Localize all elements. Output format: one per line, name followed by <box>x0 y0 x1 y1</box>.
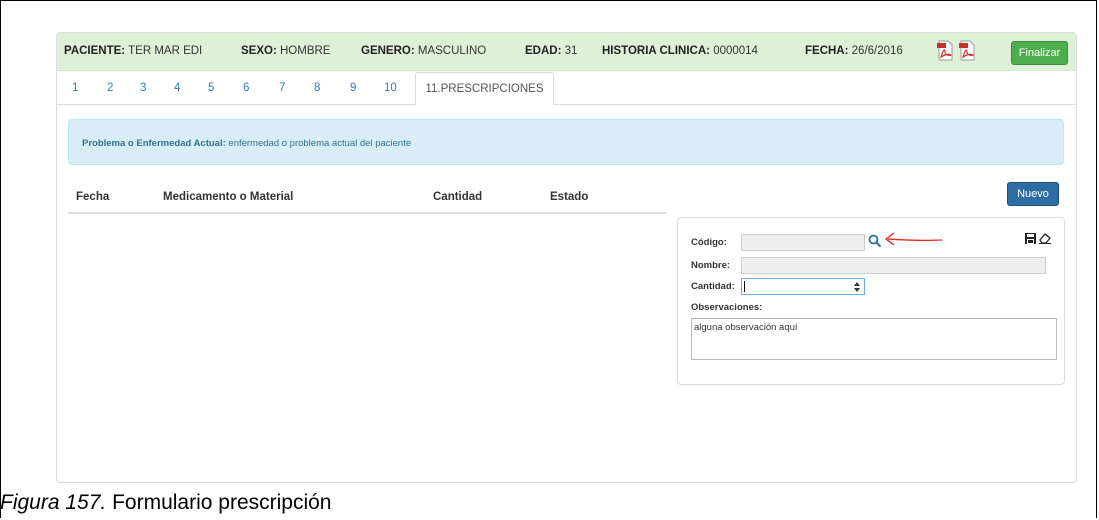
patient-value: TER MAR EDI <box>128 45 203 57</box>
annotation-arrow <box>884 232 943 246</box>
eraser-icon[interactable] <box>1039 233 1051 244</box>
alert-text: enfermedad o problema actual del pacient… <box>228 138 412 149</box>
observaciones-label: Observaciones: <box>691 302 763 313</box>
tab-3[interactable]: 3 <box>140 82 146 94</box>
save-icon[interactable] <box>1025 233 1036 244</box>
spinner-arrows-icon[interactable] <box>854 282 860 292</box>
clinical-history-field: HISTORIA CLINICA: 0000014 <box>602 45 758 57</box>
date-value: 26/6/2016 <box>851 45 903 57</box>
figure-number: Figura 157. <box>0 491 107 514</box>
pdf-icon[interactable] <box>959 40 976 61</box>
figure-caption: Figura 157. Formulario prescripción <box>0 491 331 515</box>
date-field: FECHA: 26/6/2016 <box>805 45 903 57</box>
gender-field: GENERO: MASCULINO <box>361 45 486 57</box>
patient-field: PACIENTE: TER MAR EDI <box>64 45 202 57</box>
codigo-input[interactable] <box>741 234 865 251</box>
finalizar-button[interactable]: Finalizar <box>1011 41 1068 65</box>
tab-8[interactable]: 8 <box>314 82 320 94</box>
tab-5[interactable]: 5 <box>208 82 214 94</box>
tab-10[interactable]: 10 <box>384 82 397 94</box>
tab-9[interactable]: 9 <box>350 82 356 94</box>
prescription-panel: PACIENTE: TER MAR EDI SEXO: HOMBRE GENER… <box>56 32 1077 483</box>
clinical-history-label: HISTORIA CLINICA: <box>602 45 710 57</box>
sex-field: SEXO: HOMBRE <box>241 45 330 57</box>
text-cursor <box>744 281 745 292</box>
column-header-medicamento: Medicamento o Material <box>163 191 294 203</box>
patient-label: PACIENTE: <box>64 45 126 57</box>
cantidad-stepper[interactable] <box>741 278 865 295</box>
search-icon[interactable] <box>868 234 882 248</box>
alert-label: Problema o Enfermedad Actual: <box>82 138 226 149</box>
tab-7[interactable]: 7 <box>279 82 285 94</box>
sex-label: SEXO: <box>241 45 277 57</box>
sex-value: HOMBRE <box>280 45 331 57</box>
column-header-estado: Estado <box>550 191 589 203</box>
tab-4[interactable]: 4 <box>174 82 180 94</box>
tab-2[interactable]: 2 <box>107 82 113 94</box>
nuevo-button[interactable]: Nuevo <box>1007 182 1059 206</box>
nombre-input[interactable] <box>741 257 1046 274</box>
codigo-label: Código: <box>691 237 727 248</box>
nombre-label: Nombre: <box>691 260 731 271</box>
column-header-fecha: Fecha <box>76 191 110 203</box>
age-label: EDAD: <box>525 45 562 57</box>
current-illness-alert: Problema o Enfermedad Actual: enfermedad… <box>68 119 1064 165</box>
pdf-icon[interactable] <box>937 40 954 61</box>
age-value: 31 <box>564 45 578 57</box>
tab-6[interactable]: 6 <box>243 82 249 94</box>
table-header-divider <box>68 212 666 214</box>
age-field: EDAD: 31 <box>525 45 577 57</box>
cantidad-label: Cantidad: <box>691 281 735 292</box>
clinical-history-value: 0000014 <box>713 45 758 57</box>
column-header-cantidad: Cantidad <box>433 191 483 203</box>
gender-value: MASCULINO <box>417 45 487 57</box>
tab-prescripciones[interactable]: 11.PRESCRIPCIONES <box>415 72 554 106</box>
date-label: FECHA: <box>805 45 849 57</box>
tab-1[interactable]: 1 <box>72 82 78 94</box>
patient-header: PACIENTE: TER MAR EDI SEXO: HOMBRE GENER… <box>57 33 1076 71</box>
prescription-form: Código: Nombre: Cantidad: Observaciones:… <box>677 217 1065 385</box>
observaciones-textarea[interactable]: alguna observación aquí <box>691 318 1057 360</box>
figure-title: Formulario prescripción <box>112 491 332 514</box>
gender-label: GENERO: <box>361 45 415 57</box>
tab-bar: 1 2 3 4 5 6 7 8 9 10 <box>57 71 1076 105</box>
